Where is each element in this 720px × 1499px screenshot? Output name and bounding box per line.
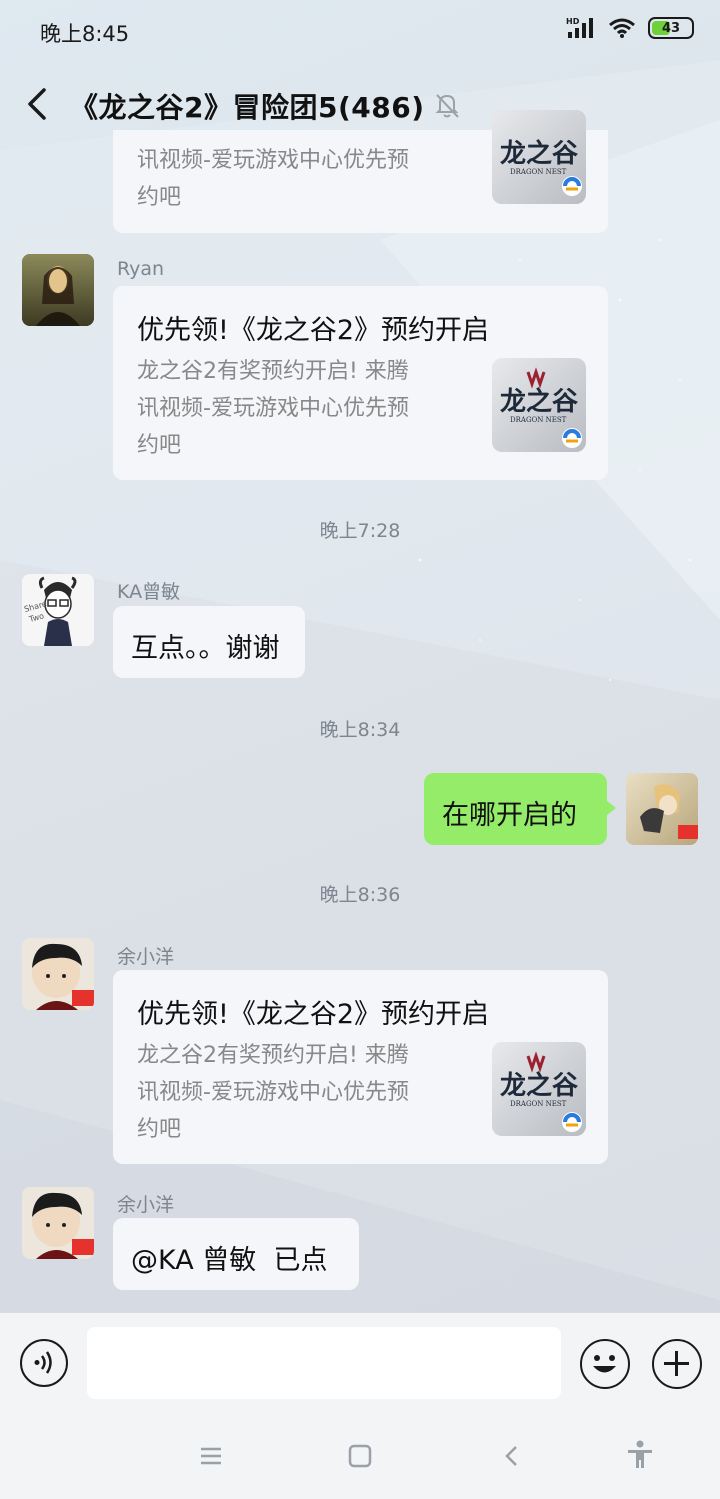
back-arrow-icon[interactable]: [18, 82, 58, 126]
battery-icon: 43: [648, 17, 694, 39]
timestamp: 晚上7:28: [319, 520, 401, 542]
message-card[interactable]: 优先领!《龙之谷2》预约开启 龙之谷2有奖预约开启! 来腾 讯视频-爱玩游戏中心…: [113, 970, 608, 1164]
bubble-tail: [606, 800, 616, 816]
mute-bell-icon: [435, 94, 459, 118]
sender-name: KA曾敏: [117, 581, 181, 603]
input-bar: [0, 1312, 720, 1412]
message-bubble[interactable]: @KA 曾敏 已点: [113, 1218, 359, 1290]
voice-icon: [34, 1351, 52, 1374]
avatar-self[interactable]: [626, 773, 698, 845]
wifi-icon: [609, 18, 635, 38]
svg-text:龙之谷: 龙之谷: [500, 386, 579, 417]
card-title: 优先领!《龙之谷2》预约开启: [137, 999, 490, 1030]
message-input[interactable]: [87, 1327, 561, 1399]
sender-name: 余小洋: [117, 946, 175, 968]
plus-icon: [664, 1351, 689, 1376]
message-text: 互点。。谢谢: [131, 633, 280, 664]
message-text: 在哪开启的: [442, 800, 577, 831]
smiley-icon: [593, 1355, 616, 1373]
message-card[interactable]: 优先领!《龙之谷2》预约开启 龙之谷2有奖预约开启! 来腾 讯视频-爱玩游戏中心…: [113, 286, 608, 480]
self-message-bubble[interactable]: 在哪开启的: [424, 773, 607, 845]
game-thumbnail: 龙之谷 DRAGON NEST: [492, 358, 586, 452]
chat-title[interactable]: 《龙之谷2》冒险团5(486): [70, 86, 425, 126]
sender-name: Ryan: [117, 258, 165, 280]
svg-text:龙之谷: 龙之谷: [500, 138, 579, 169]
svg-text:DRAGON NEST: DRAGON NEST: [510, 1100, 567, 1108]
sender-name: 余小洋: [117, 1194, 175, 1216]
timestamp: 晚上8:36: [319, 884, 401, 906]
svg-text:HD: HD: [566, 17, 580, 26]
card-title: 优先领!《龙之谷2》预约开启: [137, 315, 490, 346]
menu-icon[interactable]: [198, 1444, 224, 1468]
card-description: 龙之谷2有奖预约开启! 来腾 讯视频-爱玩游戏中心优先预 约吧: [137, 1043, 409, 1142]
status-bar: 晚上8:45 HD 43: [0, 0, 720, 64]
more-button[interactable]: [652, 1339, 702, 1389]
card-description: 龙之谷2有奖预约开启! 来腾 讯视频-爱玩游戏中心优先预 约吧: [137, 359, 409, 458]
game-thumbnail: 龙之谷 DRAGON NEST: [492, 110, 586, 204]
accessibility-icon[interactable]: [626, 1440, 654, 1470]
signal-icon: HD: [566, 17, 593, 38]
avatar-ka[interactable]: Share Two: [22, 574, 94, 646]
message-card-partial[interactable]: 讯视频-爱玩游戏中心优先预 约吧 龙之谷 DRAGON NEST: [113, 110, 608, 233]
avatar-ryan[interactable]: [22, 254, 94, 326]
voice-input-button[interactable]: [20, 1339, 68, 1387]
avatar-yu[interactable]: [22, 1187, 94, 1259]
avatar-yu[interactable]: [22, 938, 94, 1010]
system-nav-bar: [0, 1412, 720, 1499]
nav-back-icon[interactable]: [500, 1444, 524, 1468]
message-bubble[interactable]: 互点。。谢谢: [113, 606, 305, 678]
svg-text:DRAGON NEST: DRAGON NEST: [510, 168, 567, 176]
home-icon[interactable]: [347, 1444, 373, 1468]
game-thumbnail: 龙之谷 DRAGON NEST: [492, 1042, 586, 1136]
timestamp: 晚上8:34: [319, 719, 401, 741]
svg-text:龙之谷: 龙之谷: [500, 1070, 579, 1101]
card-description: 讯视频-爱玩游戏中心优先预 约吧: [137, 148, 409, 210]
status-icons: HD 43: [566, 16, 694, 40]
emoji-button[interactable]: [580, 1339, 630, 1389]
status-time: 晚上8:45: [40, 22, 130, 46]
battery-level: 43: [661, 20, 681, 36]
message-text: @KA 曾敏 已点: [131, 1245, 328, 1276]
svg-text:DRAGON NEST: DRAGON NEST: [510, 416, 567, 424]
